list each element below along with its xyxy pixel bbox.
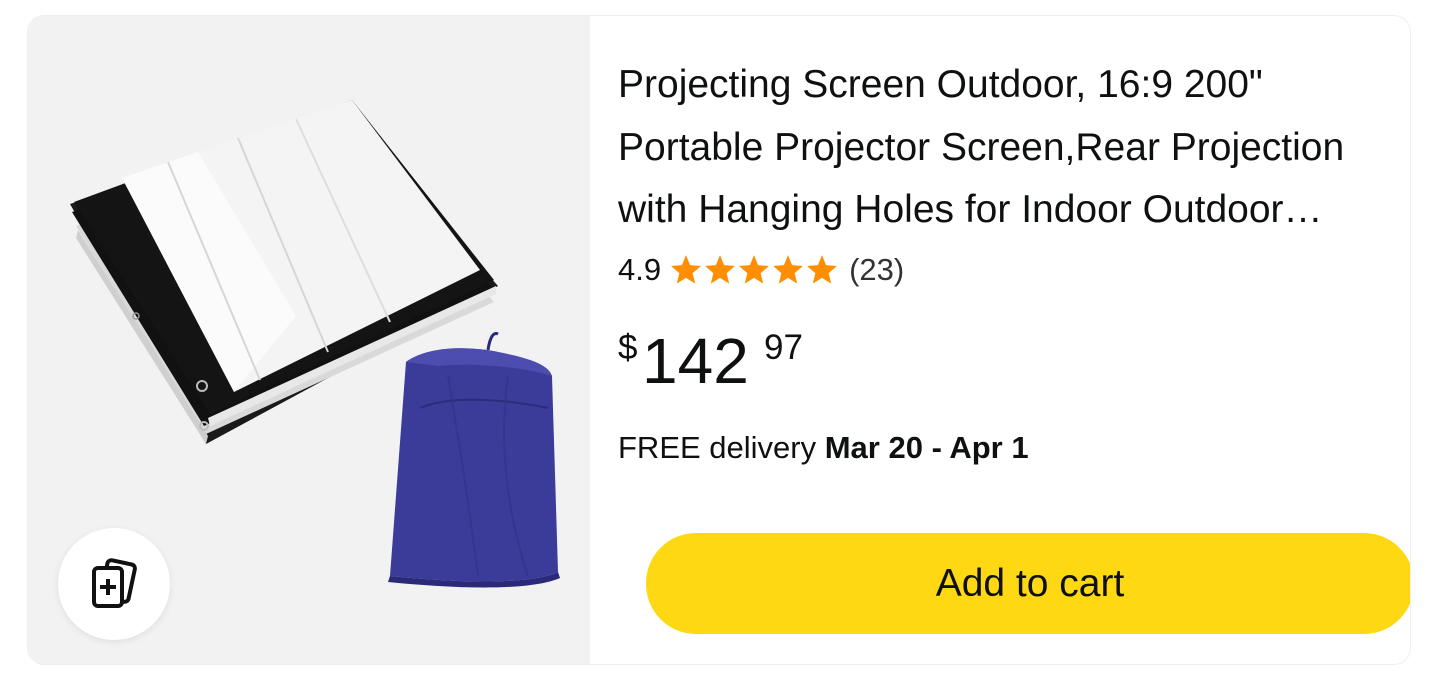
star-icon (773, 255, 803, 284)
star-rating (669, 253, 839, 287)
add-to-cart-button[interactable]: Add to cart (646, 533, 1410, 634)
price-fraction: 97 (764, 328, 803, 367)
review-count: (23) (849, 252, 905, 287)
price-symbol: $ (618, 328, 638, 367)
rating-value: 4.9 (618, 252, 662, 287)
product-card[interactable]: Projecting Screen Outdoor, 16:9 200" Por… (28, 16, 1410, 664)
star-icon (807, 255, 837, 284)
product-info: Projecting Screen Outdoor, 16:9 200" Por… (618, 16, 1410, 664)
rating-row[interactable]: 4.9 (23) (618, 248, 904, 292)
price-whole: 142 (642, 325, 749, 397)
product-title[interactable]: Projecting Screen Outdoor, 16:9 200" Por… (618, 54, 1378, 242)
add-to-compare-button[interactable] (58, 528, 170, 640)
delivery-prefix: FREE delivery (618, 430, 825, 465)
star-icon (705, 255, 735, 284)
star-icon (671, 255, 701, 284)
add-to-compare-icon (92, 558, 137, 608)
delivery-date: Mar 20 - Apr 1 (824, 430, 1029, 465)
product-image-panel[interactable] (28, 16, 590, 664)
star-icon (739, 255, 769, 284)
delivery-info: FREE delivery Mar 20 - Apr 1 (618, 430, 1029, 466)
